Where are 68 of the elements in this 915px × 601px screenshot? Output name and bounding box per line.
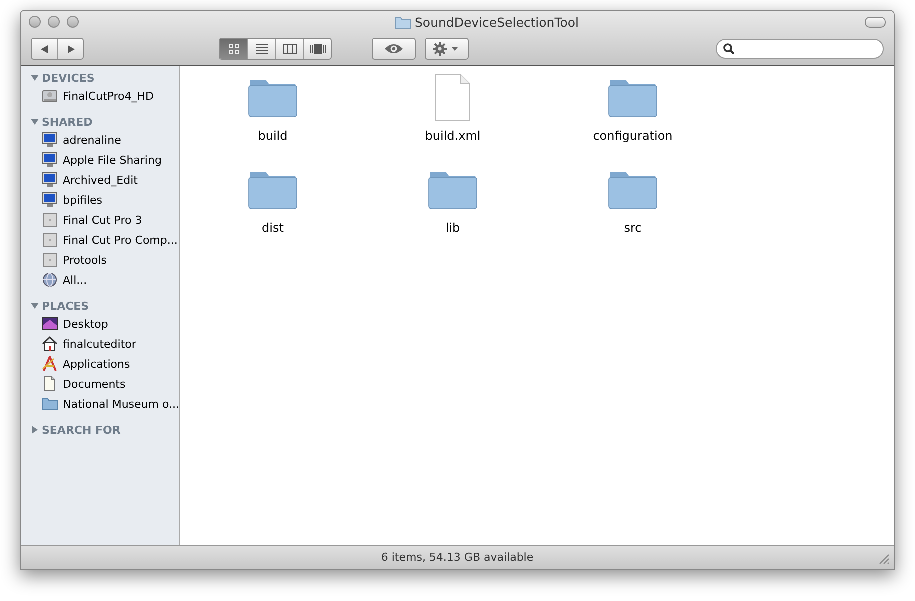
sidebar-item[interactable]: Applications	[21, 354, 179, 374]
search-field[interactable]	[716, 39, 884, 59]
screen-icon	[42, 172, 58, 188]
server-icon	[42, 212, 58, 228]
grid-icon	[226, 43, 240, 55]
file-item[interactable]: build	[183, 74, 363, 166]
file-name: dist	[262, 221, 284, 235]
file-item[interactable]: dist	[183, 166, 363, 258]
icon-view-button[interactable]	[220, 39, 247, 59]
action-menu-button[interactable]	[425, 38, 469, 60]
cover-flow-icon	[308, 43, 326, 55]
document-icon	[42, 376, 58, 392]
right-triangle-icon	[66, 44, 74, 54]
file-item[interactable]: configuration	[543, 74, 723, 166]
window-title: SoundDeviceSelectionTool	[415, 14, 579, 30]
close-button[interactable]	[29, 16, 41, 28]
folder-icon	[42, 396, 58, 412]
home-icon	[42, 336, 58, 352]
expanded-triangle-icon[interactable]	[31, 302, 39, 310]
section-header: PLACES	[42, 300, 90, 312]
gear-icon	[433, 42, 461, 56]
section-header: SEARCH FOR	[42, 424, 121, 436]
sidebar-item[interactable]: Final Cut Pro 3	[21, 210, 179, 230]
section-header: SHARED	[42, 116, 93, 128]
zoom-button[interactable]	[67, 16, 79, 28]
eye-icon	[384, 43, 404, 55]
file-name: src	[624, 221, 642, 235]
search-icon	[723, 43, 735, 55]
sidebar-item[interactable]: Archived_Edit	[21, 170, 179, 190]
sidebar-item[interactable]: finalcuteditor	[21, 334, 179, 354]
toolbar-toggle-button[interactable]	[865, 16, 886, 28]
section-header: DEVICES	[42, 72, 95, 84]
sidebar-item[interactable]: National Museum o...	[21, 394, 179, 414]
columns-icon	[282, 43, 298, 55]
file-item[interactable]: src	[543, 166, 723, 258]
sidebar-item[interactable]: Final Cut Pro Comp...	[21, 230, 179, 250]
file-item[interactable]: build.xml	[363, 74, 543, 166]
sidebar-item[interactable]: adrenaline	[21, 130, 179, 150]
quick-look-button[interactable]	[372, 38, 416, 60]
screen-icon	[42, 132, 58, 148]
file-name: configuration	[593, 129, 673, 143]
expanded-triangle-icon[interactable]	[31, 118, 39, 126]
file-name: build	[258, 129, 288, 143]
collapsed-triangle-icon[interactable]	[31, 426, 39, 434]
server-icon	[42, 232, 58, 248]
file-item[interactable]: lib	[363, 166, 543, 258]
sidebar-item[interactable]: Apple File Sharing	[21, 150, 179, 170]
file-name: build.xml	[425, 129, 481, 143]
globe-icon	[42, 272, 58, 288]
sidebar-item[interactable]: bpifiles	[21, 190, 179, 210]
screen-icon	[42, 152, 58, 168]
sidebar-item[interactable]: Protools	[21, 250, 179, 270]
server-icon	[42, 252, 58, 268]
sidebar-item[interactable]: Documents	[21, 374, 179, 394]
screen-icon	[42, 192, 58, 208]
sidebar-item[interactable]: FinalCutPro4_HD	[21, 86, 179, 106]
apps-icon	[42, 356, 58, 372]
resize-grip-icon[interactable]	[879, 554, 890, 565]
minimize-button[interactable]	[48, 16, 60, 28]
desktop-icon	[42, 316, 58, 332]
file-name: lib	[446, 221, 460, 235]
left-triangle-icon	[40, 44, 48, 54]
sidebar-item[interactable]: Desktop	[21, 314, 179, 334]
sidebar-item[interactable]: All...	[21, 270, 179, 290]
list-icon	[254, 43, 268, 55]
status-text: 6 items, 54.13 GB available	[381, 551, 534, 564]
folder-icon	[395, 16, 411, 28]
expanded-triangle-icon[interactable]	[31, 74, 39, 82]
